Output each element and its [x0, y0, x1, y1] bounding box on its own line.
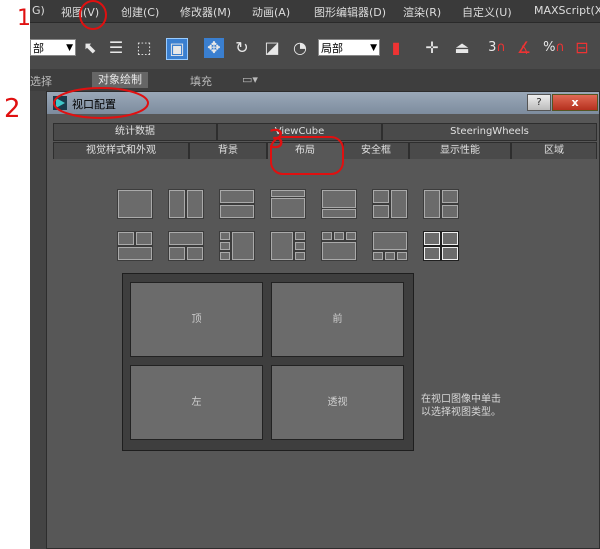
annotation-overlay [53, 0, 344, 175]
annotation-circle-dialog-title [53, 87, 149, 119]
annotation-number-2: 2 [4, 94, 21, 124]
annotation-number-1: 1 [17, 6, 31, 31]
annotation-circle-view-menu [79, 0, 107, 30]
app-window: G) 视图(V) 创建(C) 修改器(M) 动画(A) 图形编辑器(D) 渲染(… [30, 0, 600, 549]
annotation-number-3: 3 [268, 125, 285, 155]
